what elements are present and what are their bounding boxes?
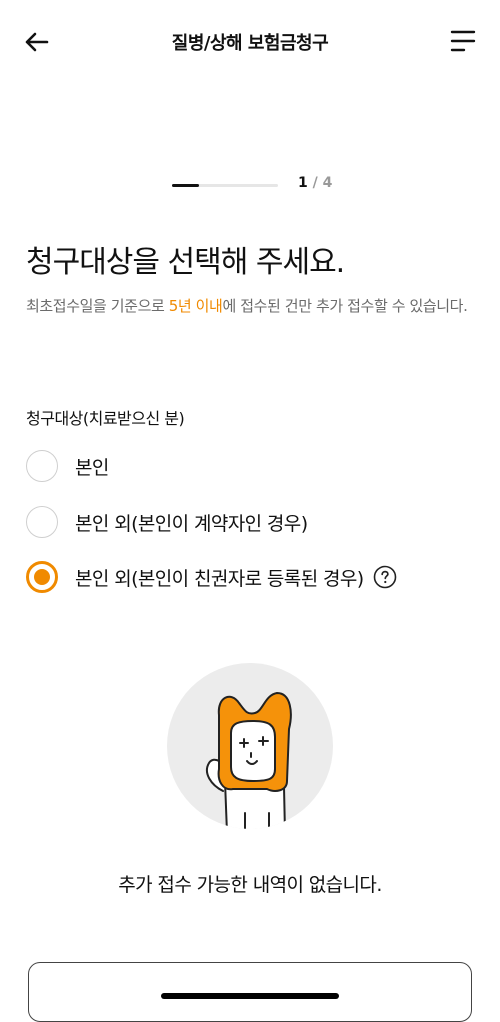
option-self[interactable]: 본인 bbox=[26, 448, 109, 484]
radio-button[interactable] bbox=[26, 506, 58, 538]
option-other-guardian[interactable]: 본인 외(본인이 친권자로 등록된 경우) bbox=[26, 559, 397, 595]
radio-button[interactable] bbox=[26, 450, 58, 482]
description-text-end: 에 접수된 건만 추가 접수할 수 있습니다. bbox=[222, 297, 468, 315]
home-indicator bbox=[161, 993, 339, 999]
option-other-contractor[interactable]: 본인 외(본인이 계약자인 경우) bbox=[26, 504, 308, 540]
menu-button[interactable] bbox=[446, 26, 480, 60]
main-heading: 청구대상을 선택해 주세요. bbox=[26, 245, 345, 280]
step-total: 4 bbox=[322, 175, 333, 191]
progress-bar-fill bbox=[172, 184, 199, 187]
section-label: 청구대상(치료받으신 분) bbox=[26, 409, 185, 428]
header: 질병/상해 보험금청구 bbox=[0, 0, 500, 85]
question-circle-icon[interactable] bbox=[373, 565, 397, 589]
step-separator: / bbox=[312, 175, 318, 191]
description-text-start: 최초접수일을 기준으로 bbox=[26, 297, 169, 315]
hamburger-menu-icon bbox=[450, 30, 476, 52]
option-label: 본인 bbox=[75, 456, 109, 479]
step-indicator: 1 / 4 bbox=[298, 175, 332, 191]
description: 최초접수일을 기준으로 5년 이내에 접수된 건만 추가 접수할 수 있습니다. bbox=[26, 293, 478, 320]
empty-state-text: 추가 접수 가능한 내역이 없습니다. bbox=[118, 874, 382, 896]
description-highlight: 5년 이내 bbox=[168, 297, 223, 315]
radio-button-selected[interactable] bbox=[26, 561, 58, 593]
bottom-card[interactable] bbox=[28, 962, 472, 1022]
option-label: 본인 외(본인이 친권자로 등록된 경우) bbox=[75, 567, 364, 590]
step-current: 1 bbox=[298, 175, 308, 191]
page-title: 질병/상해 보험금청구 bbox=[171, 33, 329, 54]
option-label: 본인 외(본인이 계약자인 경우) bbox=[75, 512, 308, 535]
progress-bar bbox=[172, 184, 278, 187]
character-illustration bbox=[167, 663, 333, 829]
